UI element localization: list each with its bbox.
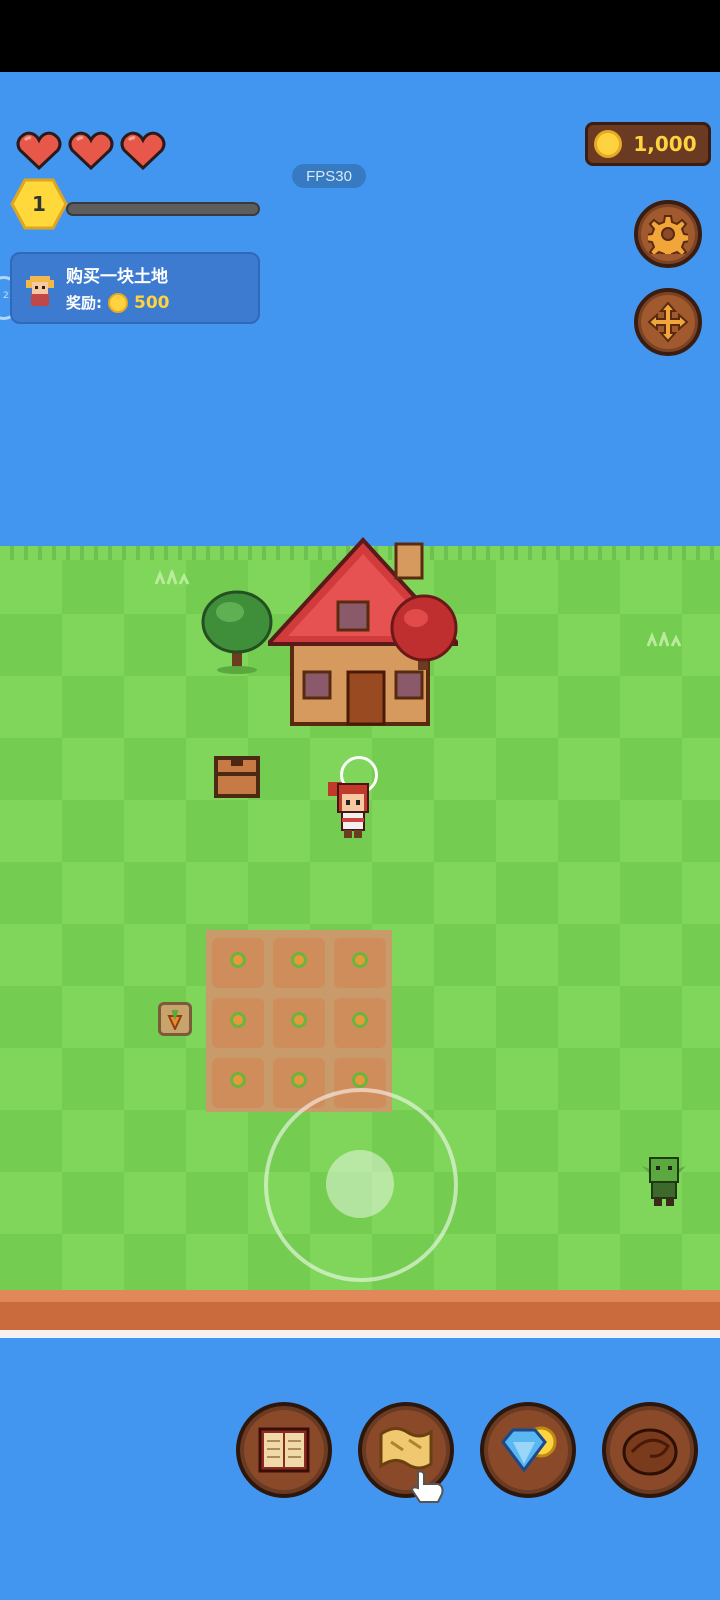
crop-plot[interactable] xyxy=(212,1058,264,1108)
carrot-seed-bag[interactable] xyxy=(158,1002,192,1036)
seedling-icon xyxy=(230,952,246,968)
crop-plot[interactable] xyxy=(273,938,325,988)
seedling-icon xyxy=(291,1072,307,1088)
book-icon xyxy=(258,1427,310,1473)
status-bar xyxy=(0,0,720,72)
crop-plot[interactable] xyxy=(212,998,264,1048)
seedling-icon xyxy=(352,1012,368,1028)
pointer-hand-icon xyxy=(410,1470,444,1503)
health-hearts xyxy=(16,130,166,170)
crop-plot[interactable] xyxy=(212,938,264,988)
cliff-top xyxy=(0,1290,720,1302)
xp-progress-bar xyxy=(66,202,260,216)
joystick-knob[interactable] xyxy=(326,1150,394,1218)
reward-value: 500 xyxy=(134,292,170,313)
grass-tuft-icon xyxy=(646,632,682,647)
shop-button[interactable] xyxy=(480,1402,576,1498)
heart-icon xyxy=(120,131,166,170)
coin-amount: 1,000 xyxy=(633,132,697,156)
move-button[interactable] xyxy=(634,288,702,356)
quest-reward: 奖励: 500 xyxy=(66,292,170,313)
bag-icon xyxy=(622,1428,678,1476)
bag-button[interactable] xyxy=(602,1402,698,1498)
grass-tuft-icon xyxy=(154,570,190,585)
seedling-icon xyxy=(291,952,307,968)
chest-icon[interactable] xyxy=(212,754,262,800)
player-character-icon xyxy=(328,782,369,838)
gear-icon xyxy=(648,215,688,254)
crop-plot[interactable] xyxy=(334,938,386,988)
goblin-npc-icon[interactable] xyxy=(640,1152,688,1208)
reward-label: 奖励: xyxy=(66,294,102,312)
coin-balance[interactable]: 1,000 xyxy=(585,122,711,166)
level-number: 1 xyxy=(32,192,46,216)
fps-counter: FPS30 xyxy=(292,164,366,188)
heart-icon xyxy=(68,131,114,170)
move-arrows-icon xyxy=(647,301,689,343)
seedling-icon xyxy=(352,1072,368,1088)
water-foam xyxy=(0,1330,720,1338)
quest-title: 购买一块土地 xyxy=(66,267,168,287)
quest-panel[interactable]: 购买一块土地 奖励: 500 xyxy=(10,252,260,324)
book-button[interactable] xyxy=(236,1402,332,1498)
coin-icon xyxy=(108,292,128,313)
seedling-icon xyxy=(230,1072,246,1088)
crop-plot[interactable] xyxy=(273,998,325,1048)
crop-plot[interactable] xyxy=(334,998,386,1048)
settings-button[interactable] xyxy=(634,200,702,268)
npc-avatar-icon xyxy=(26,276,54,306)
tree-icon xyxy=(201,590,273,674)
coin-icon xyxy=(594,130,622,158)
seedling-icon xyxy=(230,1012,246,1028)
carrot-icon xyxy=(167,1009,183,1030)
gem-coin-icon xyxy=(501,1426,557,1473)
seedling-icon xyxy=(352,952,368,968)
autumn-tree-icon xyxy=(390,594,458,670)
seedling-icon xyxy=(291,1012,307,1028)
heart-icon xyxy=(16,131,62,170)
farm-plot-area[interactable] xyxy=(206,930,392,1112)
